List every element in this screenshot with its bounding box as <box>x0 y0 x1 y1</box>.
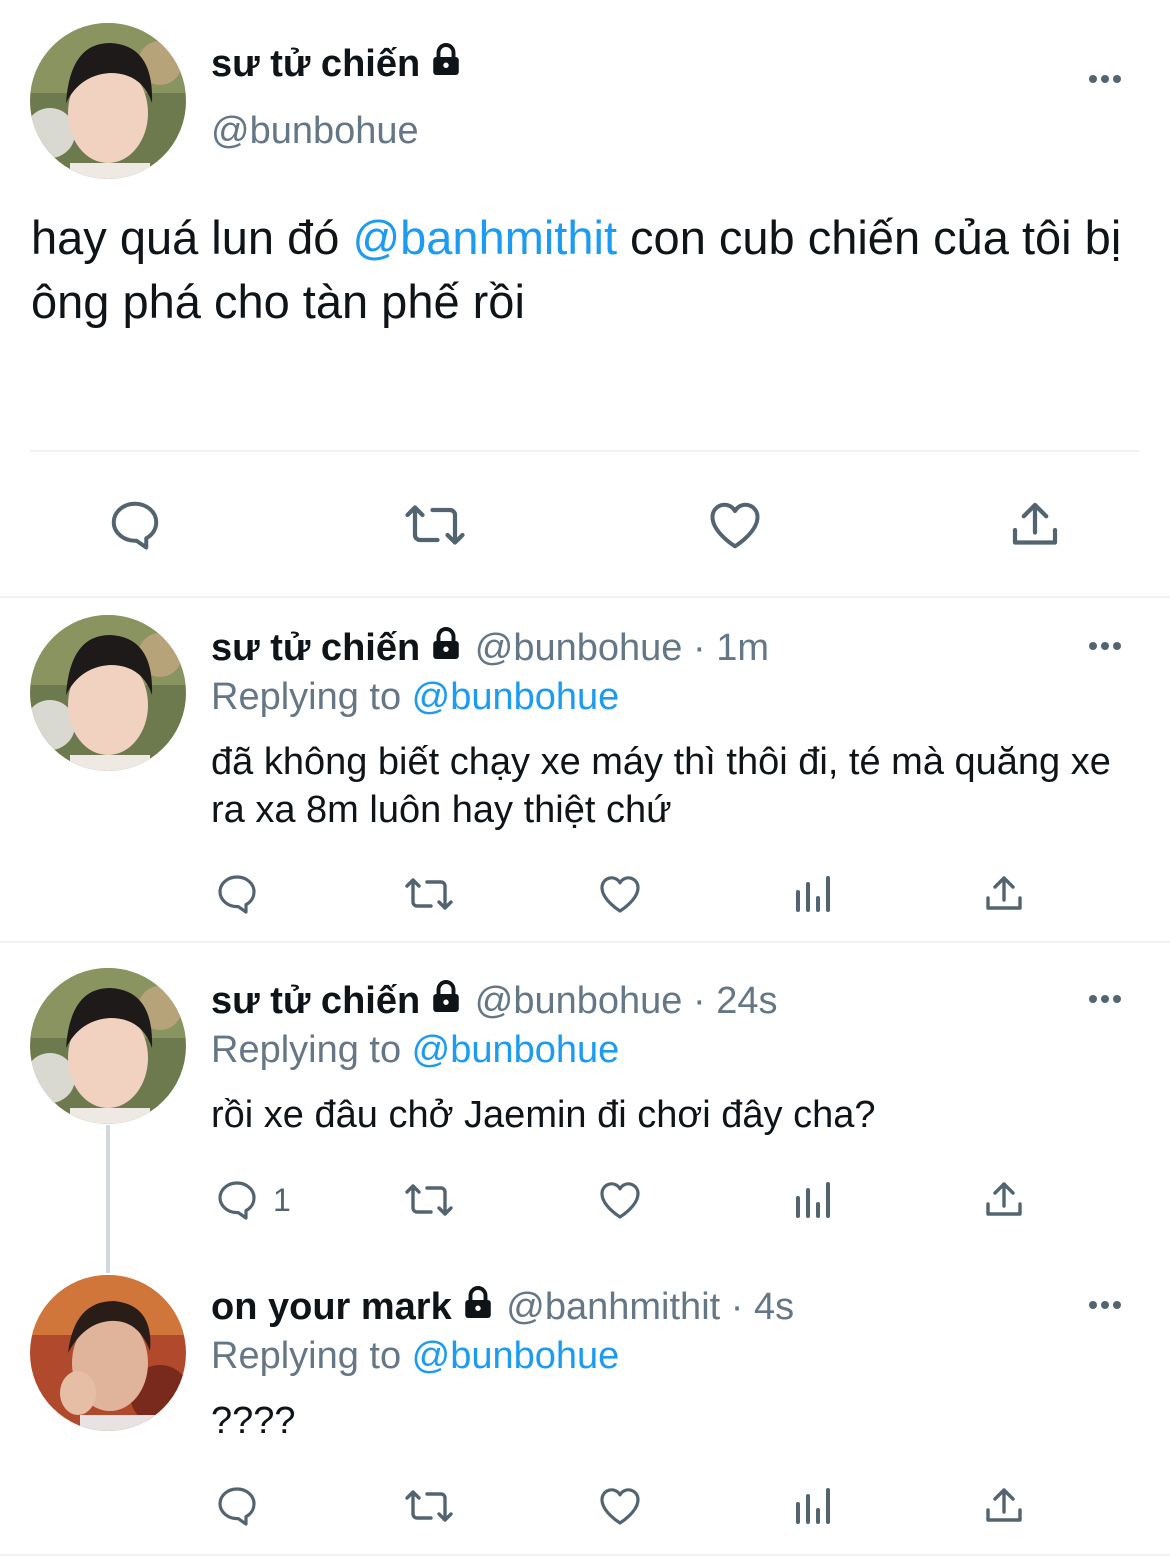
more-options-icon[interactable] <box>1089 1296 1129 1316</box>
like-button[interactable] <box>596 870 644 918</box>
share-button[interactable] <box>980 870 1028 918</box>
heart-icon <box>600 1182 640 1219</box>
replying-label: Replying to <box>211 676 412 718</box>
share-button[interactable] <box>1005 495 1065 555</box>
handle: @banhmithit <box>506 1286 721 1328</box>
reply-button[interactable]: 1 <box>213 1176 291 1224</box>
like-button[interactable] <box>596 1482 644 1530</box>
lock-icon <box>428 42 464 83</box>
retweet-icon <box>405 1184 453 1216</box>
retweet-button[interactable] <box>400 495 470 555</box>
analytics-icon <box>796 1182 830 1218</box>
mention-link[interactable]: @banhmithit <box>352 211 617 264</box>
more-options-icon[interactable] <box>1089 990 1129 1010</box>
display-name: sư tử chiến <box>211 980 421 1022</box>
retweet-icon <box>405 505 465 545</box>
replying-to-link[interactable]: @bunbohue <box>412 1335 620 1377</box>
avatar[interactable] <box>30 968 186 1124</box>
retweet-icon <box>405 878 453 910</box>
more-options-icon[interactable] <box>1089 637 1129 657</box>
share-icon <box>1012 502 1058 545</box>
divider <box>0 596 1170 598</box>
replying-to: Replying to @bunbohue <box>211 1029 619 1072</box>
share-button[interactable] <box>980 1482 1028 1530</box>
heart-icon <box>600 1488 640 1525</box>
reply-icon <box>111 501 159 550</box>
separator: · <box>682 980 717 1022</box>
analytics-button[interactable] <box>790 870 838 918</box>
like-button[interactable] <box>705 495 765 555</box>
like-button[interactable] <box>596 1176 644 1224</box>
more-options-icon[interactable] <box>1089 70 1129 90</box>
replying-label: Replying to <box>211 1029 412 1071</box>
replying-to: Replying to @bunbohue <box>211 676 619 719</box>
separator: · <box>682 627 717 669</box>
divider <box>0 1554 1170 1556</box>
analytics-icon <box>796 1488 830 1524</box>
lock-icon <box>428 626 464 672</box>
analytics-icon <box>796 876 830 912</box>
share-icon <box>986 1488 1022 1522</box>
separator: · <box>720 1286 754 1328</box>
lock-icon <box>428 979 464 1025</box>
reply-text: đã không biết chạy xe máy thì thôi đi, t… <box>211 741 1111 831</box>
avatar[interactable] <box>30 615 186 771</box>
retweet-icon <box>405 1490 453 1522</box>
display-name: on your mark <box>211 1286 452 1328</box>
tweet-text-before: hay quá lun đó <box>31 211 353 264</box>
avatar[interactable] <box>30 23 186 179</box>
handle: @bunbohue <box>474 980 683 1022</box>
share-icon <box>986 1182 1022 1216</box>
timestamp: 1m <box>716 627 769 669</box>
reply-count: 1 <box>273 1181 291 1218</box>
handle: @bunbohue <box>474 627 683 669</box>
reply-button[interactable] <box>213 870 261 918</box>
replying-label: Replying to <box>211 1335 412 1377</box>
reply-header[interactable]: sư tử chiến @bunbohue · 1m <box>211 626 769 672</box>
timestamp: 4s <box>753 1286 795 1328</box>
heart-icon <box>600 876 640 913</box>
handle[interactable]: @bunbohue <box>211 110 419 153</box>
display-name: sư tử chiến <box>211 627 421 669</box>
reply-header[interactable]: on your mark @banhmithit · 4s <box>211 1285 794 1331</box>
tweet-text: hay quá lun đó @banhmithit con cub chiến… <box>31 206 1156 334</box>
reply-header[interactable]: sư tử chiến @bunbohue · 24s <box>211 979 777 1025</box>
reply-text: rồi xe đâu chở Jaemin đi chơi đây cha? <box>211 1094 876 1136</box>
timestamp: 24s <box>716 980 778 1022</box>
replying-to-link[interactable]: @bunbohue <box>412 676 620 718</box>
reply-icon <box>218 1487 256 1526</box>
heart-icon <box>710 502 760 549</box>
avatar[interactable] <box>30 1275 186 1431</box>
reply-text: ???? <box>211 1400 296 1442</box>
reply-icon <box>218 875 256 914</box>
share-button[interactable] <box>980 1176 1028 1224</box>
analytics-button[interactable] <box>790 1176 838 1224</box>
replying-to-link[interactable]: @bunbohue <box>412 1029 620 1071</box>
reply-button[interactable] <box>213 1482 261 1530</box>
replying-to: Replying to @bunbohue <box>211 1335 619 1378</box>
retweet-button[interactable] <box>400 870 458 918</box>
display-name-text: sư tử chiến <box>211 43 421 85</box>
analytics-button[interactable] <box>790 1482 838 1530</box>
thread-line <box>106 1125 110 1273</box>
share-icon <box>986 876 1022 910</box>
divider <box>0 941 1170 943</box>
retweet-button[interactable] <box>400 1176 458 1224</box>
divider <box>30 450 1140 452</box>
reply-button[interactable] <box>105 495 165 555</box>
display-name[interactable]: sư tử chiến <box>211 42 464 86</box>
retweet-button[interactable] <box>400 1482 458 1530</box>
lock-icon <box>460 1285 496 1331</box>
reply-icon <box>218 1181 256 1220</box>
